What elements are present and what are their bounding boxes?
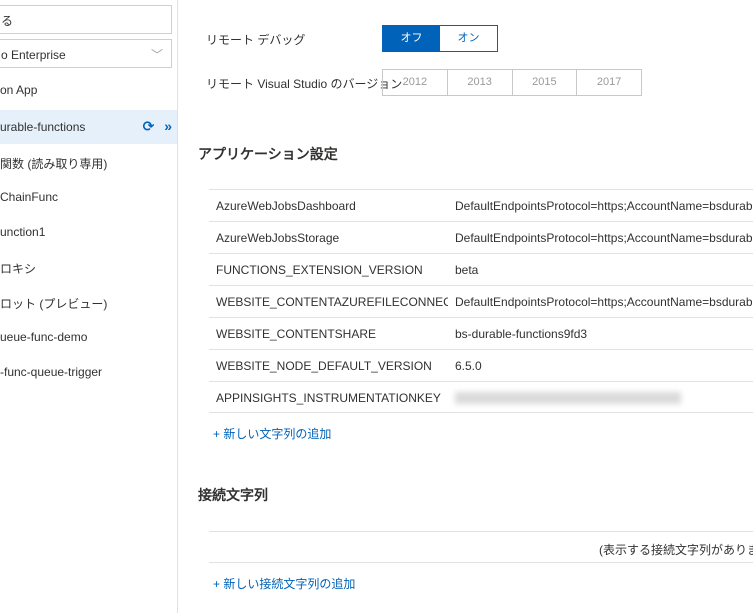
resource-sidebar: る o Enterprise ﹀ on App urable-functions… [0,0,178,613]
add-setting-link[interactable]: + 新しい文字列の追加 [213,425,331,442]
table-row: WEBSITE_CONTENTSHARE bs-durable-function… [209,317,753,349]
conn-strings-title: 接続文字列 [198,487,268,503]
settings-panel: リモート デバッグ オフ オン リモート Visual Studio のバージョ… [178,0,753,613]
table-row: AzureWebJobsStorage DefaultEndpointsProt… [209,221,753,253]
setting-key[interactable]: AzureWebJobsDashboard [216,199,448,213]
conn-strings-empty-row: (表示する接続文字列がありませ [209,531,753,563]
chevron-down-icon: ﹀ [150,48,163,62]
setting-value[interactable]: DefaultEndpointsProtocol=https;AccountNa… [455,295,753,309]
app-settings-title: アプリケーション設定 [198,146,338,162]
subscription-label: o Enterprise [1,48,66,62]
remote-debug-label: リモート デバッグ [206,33,306,47]
subscription-select[interactable]: o Enterprise ﹀ [0,39,172,68]
vs-version-2013[interactable]: 2013 [446,70,512,95]
setting-value[interactable]: DefaultEndpointsProtocol=https;AccountNa… [455,231,753,245]
setting-key[interactable]: APPINSIGHTS_INSTRUMENTATIONKEY [216,391,448,405]
setting-key[interactable]: WEBSITE_CONTENTSHARE [216,327,448,341]
setting-key[interactable]: WEBSITE_NODE_DEFAULT_VERSION [216,359,448,373]
sidebar-item-durable-functions[interactable]: urable-functions ⟳ » [0,110,177,144]
table-row: APPINSIGHTS_INSTRUMENTATIONKEY [209,381,753,413]
sidebar-item-function1[interactable]: unction1 [0,215,177,249]
sidebar-item-label: urable-functions [0,120,86,134]
setting-key[interactable]: AzureWebJobsStorage [216,231,448,245]
sidebar-item-queue-func-demo[interactable]: ueue-func-demo [0,320,177,354]
setting-key[interactable]: WEBSITE_CONTENTAZUREFILECONNECTI... [216,295,448,309]
sidebar-item-proxies[interactable]: ロキシ [0,250,177,284]
setting-key[interactable]: FUNCTIONS_EXTENSION_VERSION [216,263,448,277]
setting-value[interactable]: beta [455,263,478,277]
setting-value[interactable]: DefaultEndpointsProtocol=https;AccountNa… [455,199,753,213]
vs-version-2012[interactable]: 2012 [383,70,447,95]
remote-debug-toggle[interactable]: オフ オン [382,25,498,52]
expand-icon[interactable]: » [164,118,172,134]
table-row: FUNCTIONS_EXTENSION_VERSION beta [209,253,753,285]
refresh-icon[interactable]: ⟳ [143,118,155,134]
table-row: AzureWebJobsDashboard DefaultEndpointsPr… [209,189,753,221]
toggle-off-option[interactable]: オフ [383,26,440,51]
sidebar-item-function-app[interactable]: on App [0,73,177,107]
setting-value[interactable]: bs-durable-functions9fd3 [455,327,587,341]
setting-value[interactable]: 6.5.0 [455,359,482,373]
redacted-value [455,392,681,404]
table-row: WEBSITE_NODE_DEFAULT_VERSION 6.5.0 [209,349,753,381]
sidebar-item-functions[interactable]: 関数 (読み取り専用) [0,145,177,179]
toggle-on-option[interactable]: オン [440,26,497,51]
sidebar-item-chainfunc[interactable]: ChainFunc [0,180,177,214]
vs-version-label: リモート Visual Studio のバージョン [206,77,403,91]
sidebar-item-queue-trigger[interactable]: -func-queue-trigger [0,355,177,389]
vs-version-2015[interactable]: 2015 [511,70,577,95]
vs-version-2017[interactable]: 2017 [576,70,641,95]
search-input[interactable]: る [0,5,172,34]
vs-version-selector[interactable]: 2012 2013 2015 2017 [382,69,642,96]
add-conn-string-link[interactable]: + 新しい接続文字列の追加 [213,575,355,592]
conn-strings-empty-message: (表示する接続文字列がありませ [599,543,753,557]
sidebar-item-slots[interactable]: ロット (プレビュー) [0,285,177,319]
table-row: WEBSITE_CONTENTAZUREFILECONNECTI... Defa… [209,285,753,317]
